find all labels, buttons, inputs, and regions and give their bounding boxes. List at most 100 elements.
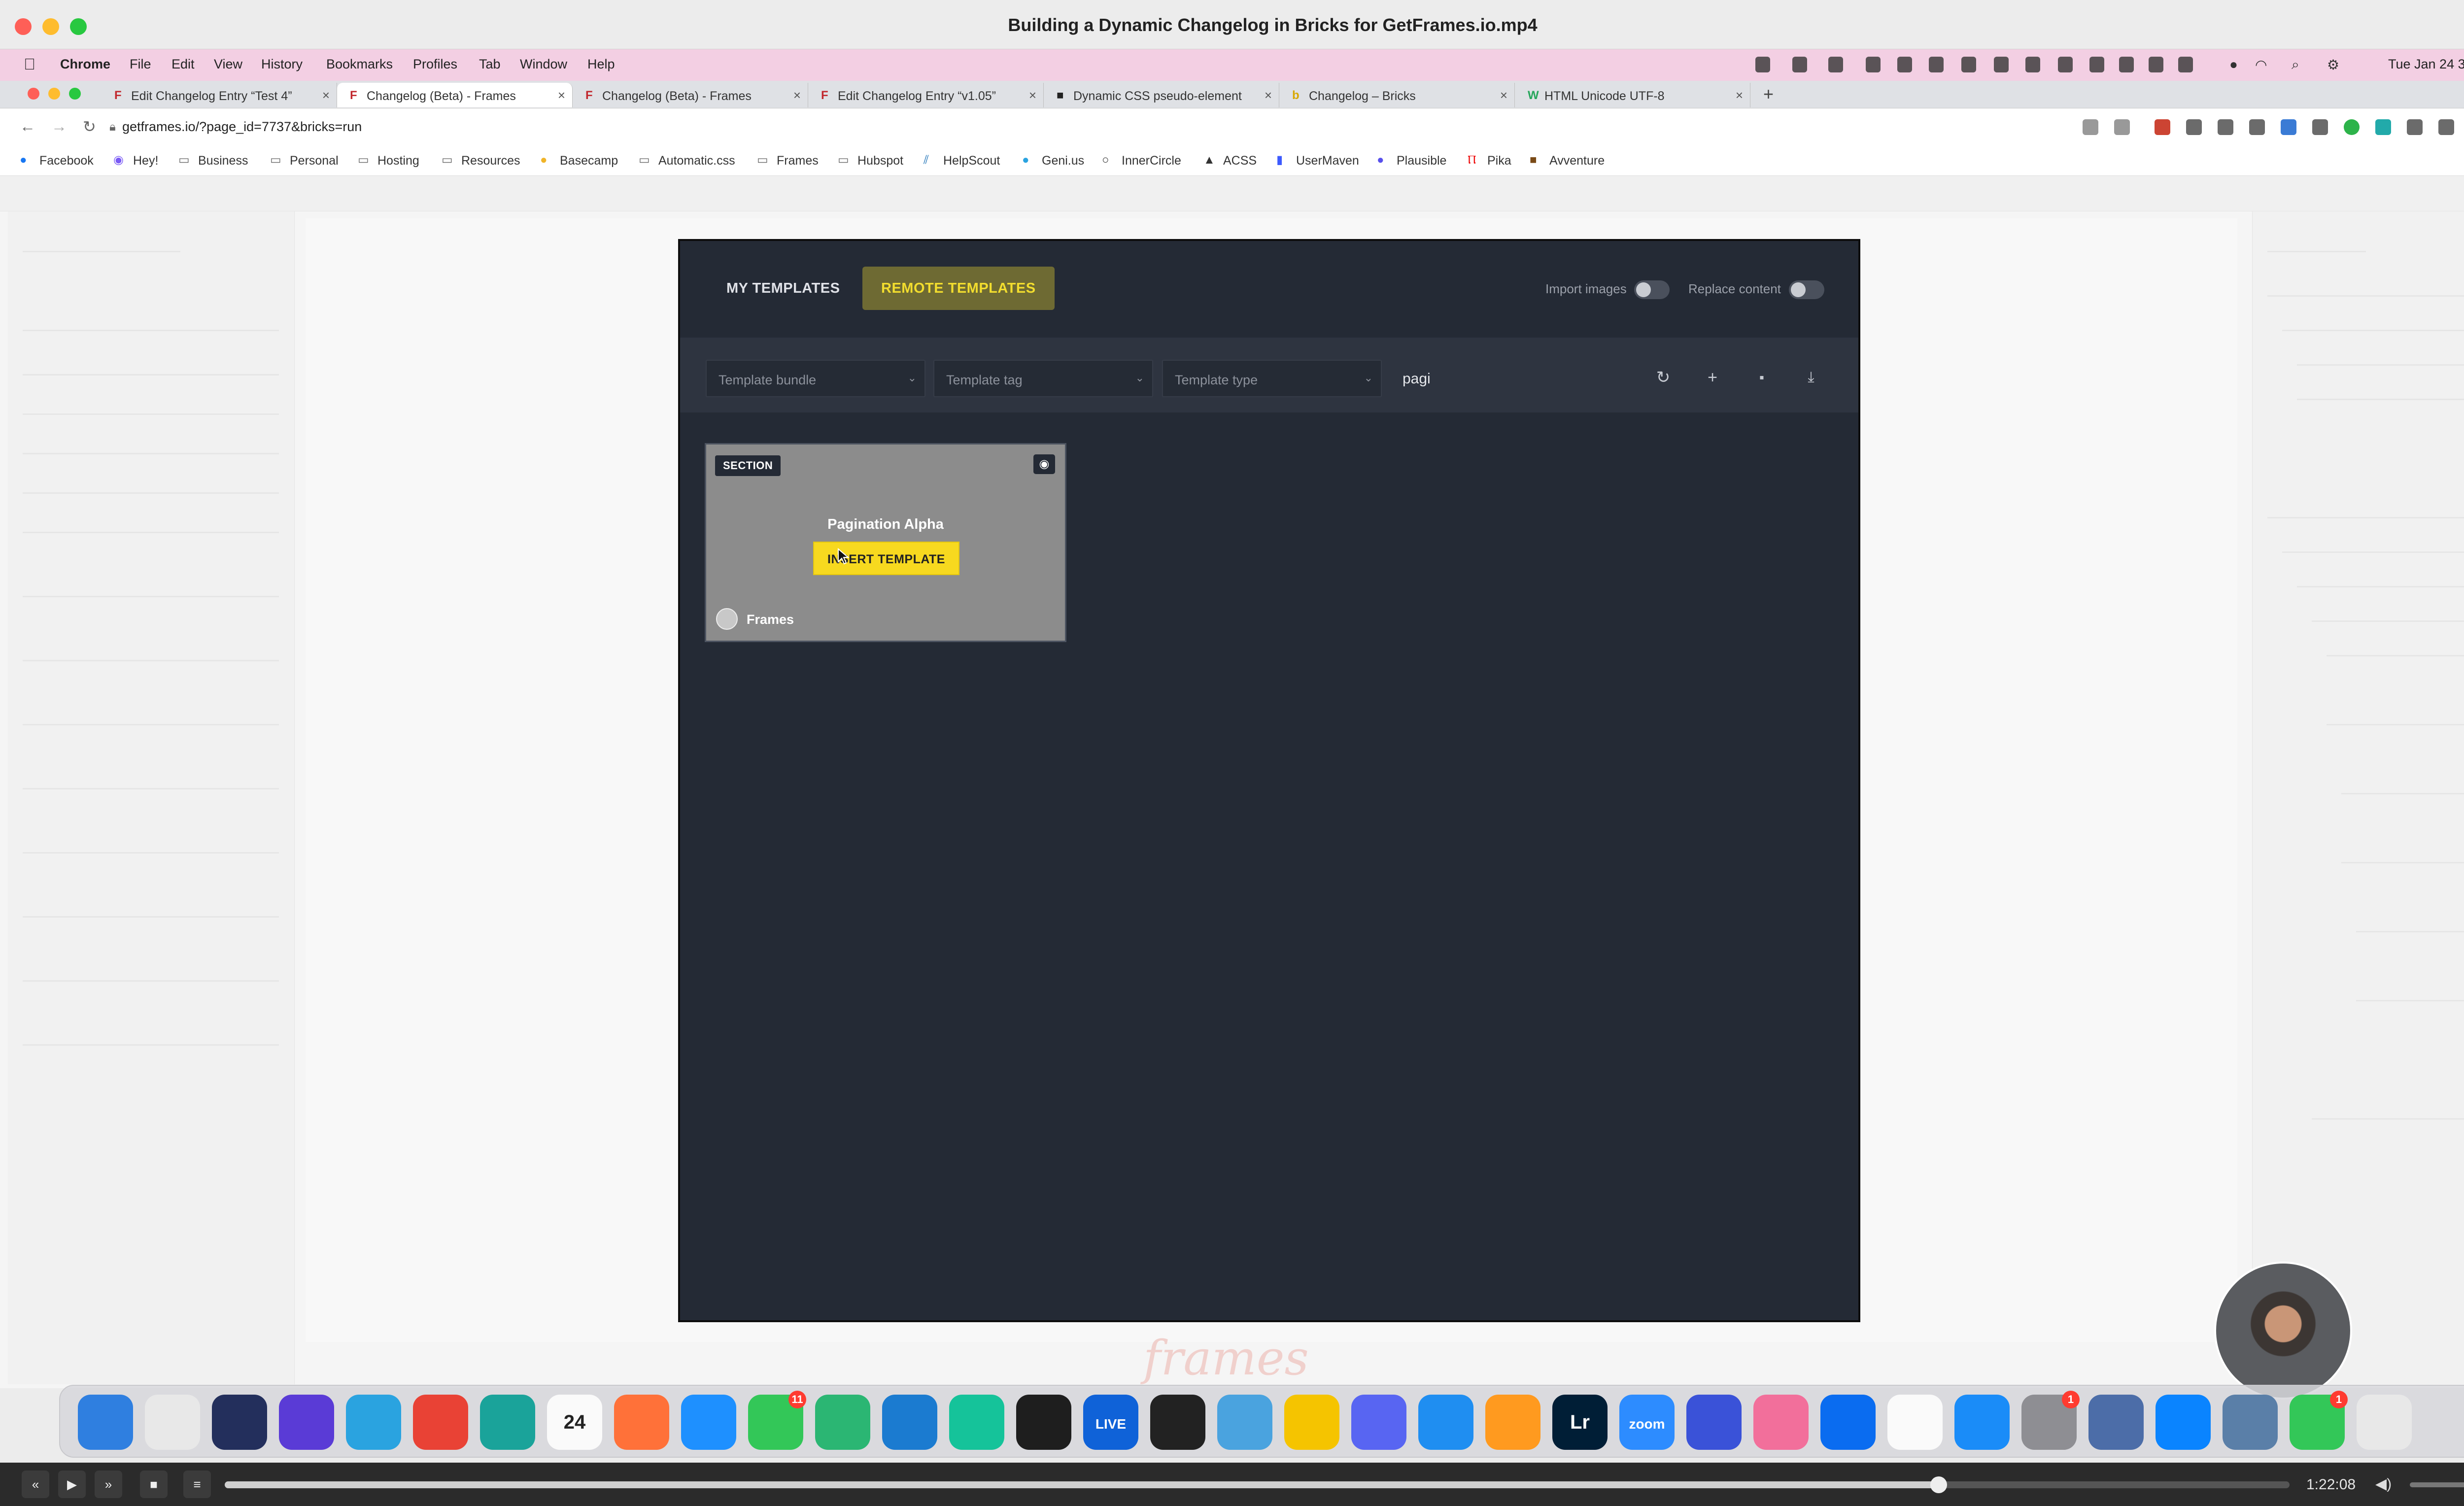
app-icon[interactable] — [815, 1395, 870, 1450]
volume-icon[interactable]: ◀) — [2375, 1475, 2392, 1493]
extension-icon[interactable] — [2281, 119, 2296, 135]
firefox-icon[interactable] — [614, 1395, 669, 1450]
bookmark-innercircle[interactable]: ○ InnerCircle — [1102, 154, 1181, 168]
app-icon[interactable] — [2088, 1395, 2144, 1450]
bookmark-basecamp[interactable]: ● Basecamp — [540, 154, 618, 168]
settings-icon[interactable]: 1 — [2021, 1391, 2080, 1450]
bookmark-star-icon[interactable] — [2114, 119, 2130, 135]
spotlight-icon[interactable]: ⌕ — [2292, 57, 2299, 73]
browser-tab[interactable]: F Edit Changelog Entry “v1.05” × — [808, 83, 1044, 107]
extension-icon[interactable] — [2155, 119, 2170, 135]
status-icon[interactable] — [1994, 57, 2009, 72]
discord-icon[interactable] — [1351, 1395, 1406, 1450]
new-tab-button[interactable]: + — [1763, 84, 1774, 104]
trash-icon[interactable] — [2357, 1395, 2412, 1450]
status-icon[interactable] — [1961, 57, 1976, 72]
messages-icon[interactable]: 11 — [748, 1391, 806, 1450]
extension-icon[interactable] — [2375, 119, 2391, 135]
chrome-icon[interactable] — [413, 1395, 468, 1450]
bookmark-resources[interactable]: ▭ Resources — [442, 154, 520, 168]
bookmark-usermaven[interactable]: ▮ UserMaven — [1276, 154, 1359, 168]
reload-icon[interactable]: ↻ — [83, 117, 96, 136]
forklift-icon[interactable] — [1284, 1395, 1339, 1450]
status-icon[interactable] — [2058, 57, 2073, 72]
extension-icon[interactable] — [2312, 119, 2328, 135]
bookmark-automatic-css[interactable]: ▭ Automatic.css — [639, 154, 735, 168]
vscode-icon[interactable] — [882, 1395, 937, 1450]
telegram-icon[interactable] — [346, 1395, 401, 1450]
close-tab-icon[interactable]: × — [1265, 88, 1272, 103]
battery-icon[interactable]: ● — [2229, 57, 2238, 72]
bookmark-acss[interactable]: ▲ ACSS — [1203, 154, 1257, 168]
browser-minimize-button[interactable] — [48, 88, 60, 100]
extensions-puzzle-icon[interactable] — [2407, 119, 2423, 135]
download-icon[interactable]: ⤓ — [1801, 367, 1821, 388]
menu-history[interactable]: History — [261, 57, 303, 72]
tab-my-templates[interactable]: MY TEMPLATES — [708, 267, 859, 310]
pages-icon[interactable] — [1485, 1395, 1540, 1450]
wave-icon[interactable] — [279, 1395, 334, 1450]
template-type-select[interactable]: Template type ⌄ — [1162, 360, 1382, 397]
menubar-clock[interactable]: Tue Jan 24 3:26 PM — [2388, 57, 2464, 72]
menu-file[interactable]: File — [130, 57, 151, 72]
status-icon[interactable] — [2178, 57, 2193, 72]
import-images-toggle[interactable] — [1634, 280, 1670, 299]
1password-icon[interactable] — [1820, 1395, 1876, 1450]
safari-icon[interactable] — [681, 1395, 736, 1450]
close-tab-icon[interactable]: × — [1029, 88, 1036, 103]
menu-bookmarks[interactable]: Bookmarks — [326, 57, 393, 72]
stop-icon[interactable]: ■ — [140, 1471, 168, 1498]
lock-icon[interactable]: 🔒︎ — [109, 120, 116, 134]
bookmark-business[interactable]: ▭ Business — [178, 154, 248, 168]
wifi-icon[interactable]: ◠ — [2255, 57, 2267, 73]
bookmark-personal[interactable]: ▭ Personal — [270, 154, 339, 168]
browser-close-button[interactable] — [28, 88, 39, 100]
status-icon[interactable] — [2089, 57, 2104, 72]
extension-icon[interactable] — [2186, 119, 2202, 135]
status-icon[interactable] — [1929, 57, 1944, 72]
zoom-icon[interactable]: zoom — [1619, 1395, 1675, 1450]
browser-tab-active[interactable]: F Changelog (Beta) - Frames × — [337, 83, 573, 107]
app-icon[interactable] — [1217, 1395, 1272, 1450]
status-icon[interactable] — [2025, 57, 2040, 72]
preview-eye-icon[interactable]: ◉ — [1033, 454, 1055, 474]
save-icon[interactable]: ▪ — [1751, 367, 1772, 388]
final-cut-icon[interactable] — [1150, 1395, 1205, 1450]
status-icon[interactable] — [1897, 57, 1912, 72]
close-tab-icon[interactable]: × — [322, 88, 330, 103]
calendar-icon[interactable]: 24 — [547, 1395, 602, 1450]
refresh-icon[interactable]: ↻ — [1653, 367, 1674, 388]
browser-tab[interactable]: ■ Dynamic CSS pseudo-element × — [1044, 83, 1279, 107]
rewind-icon[interactable]: « — [22, 1471, 49, 1498]
screen-icon[interactable] — [2223, 1395, 2278, 1450]
browser-zoom-button[interactable] — [69, 88, 81, 100]
replace-content-toggle[interactable] — [1789, 280, 1824, 299]
template-card[interactable]: SECTION ◉ Pagination Alpha INSERT TEMPLA… — [705, 443, 1066, 642]
sidebar-icon[interactable] — [2438, 119, 2454, 135]
live-icon[interactable]: LIVE — [1083, 1395, 1138, 1450]
close-tab-icon[interactable]: × — [1736, 88, 1743, 103]
lightroom-icon[interactable]: Lr — [1552, 1395, 1608, 1450]
bookmark-hey[interactable]: ◉ Hey! — [113, 154, 158, 168]
browser-tab[interactable]: F Edit Changelog Entry “Test 4” × — [102, 83, 337, 107]
status-icon[interactable] — [2119, 57, 2134, 72]
control-center-icon[interactable]: ⚙ — [2327, 57, 2339, 73]
menu-chrome[interactable]: Chrome — [60, 57, 110, 72]
extension-icon[interactable] — [2249, 119, 2265, 135]
template-search-input[interactable]: pagi — [1403, 371, 1431, 387]
bookmark-hubspot[interactable]: ▭ Hubspot — [838, 154, 903, 168]
volume-slider[interactable] — [2410, 1482, 2464, 1487]
app-icon[interactable] — [1887, 1395, 1943, 1450]
status-icon[interactable] — [1755, 57, 1770, 72]
status-icon[interactable] — [1828, 57, 1843, 72]
bookmark-helpscout[interactable]: ⫽ HelpScout — [924, 154, 1000, 168]
app-icon[interactable] — [1753, 1395, 1809, 1450]
play-icon[interactable]: ▶ — [58, 1471, 86, 1498]
app-icon[interactable] — [1686, 1395, 1742, 1450]
close-tab-icon[interactable]: × — [1500, 88, 1507, 103]
template-bundle-select[interactable]: Template bundle ⌄ — [706, 360, 925, 397]
close-tab-icon[interactable]: × — [558, 88, 565, 103]
bookmark-frames[interactable]: ▭ Frames — [757, 154, 819, 168]
browser-tab[interactable]: F Changelog (Beta) - Frames × — [573, 83, 808, 107]
insert-template-button[interactable]: INSERT TEMPLATE — [813, 542, 959, 575]
